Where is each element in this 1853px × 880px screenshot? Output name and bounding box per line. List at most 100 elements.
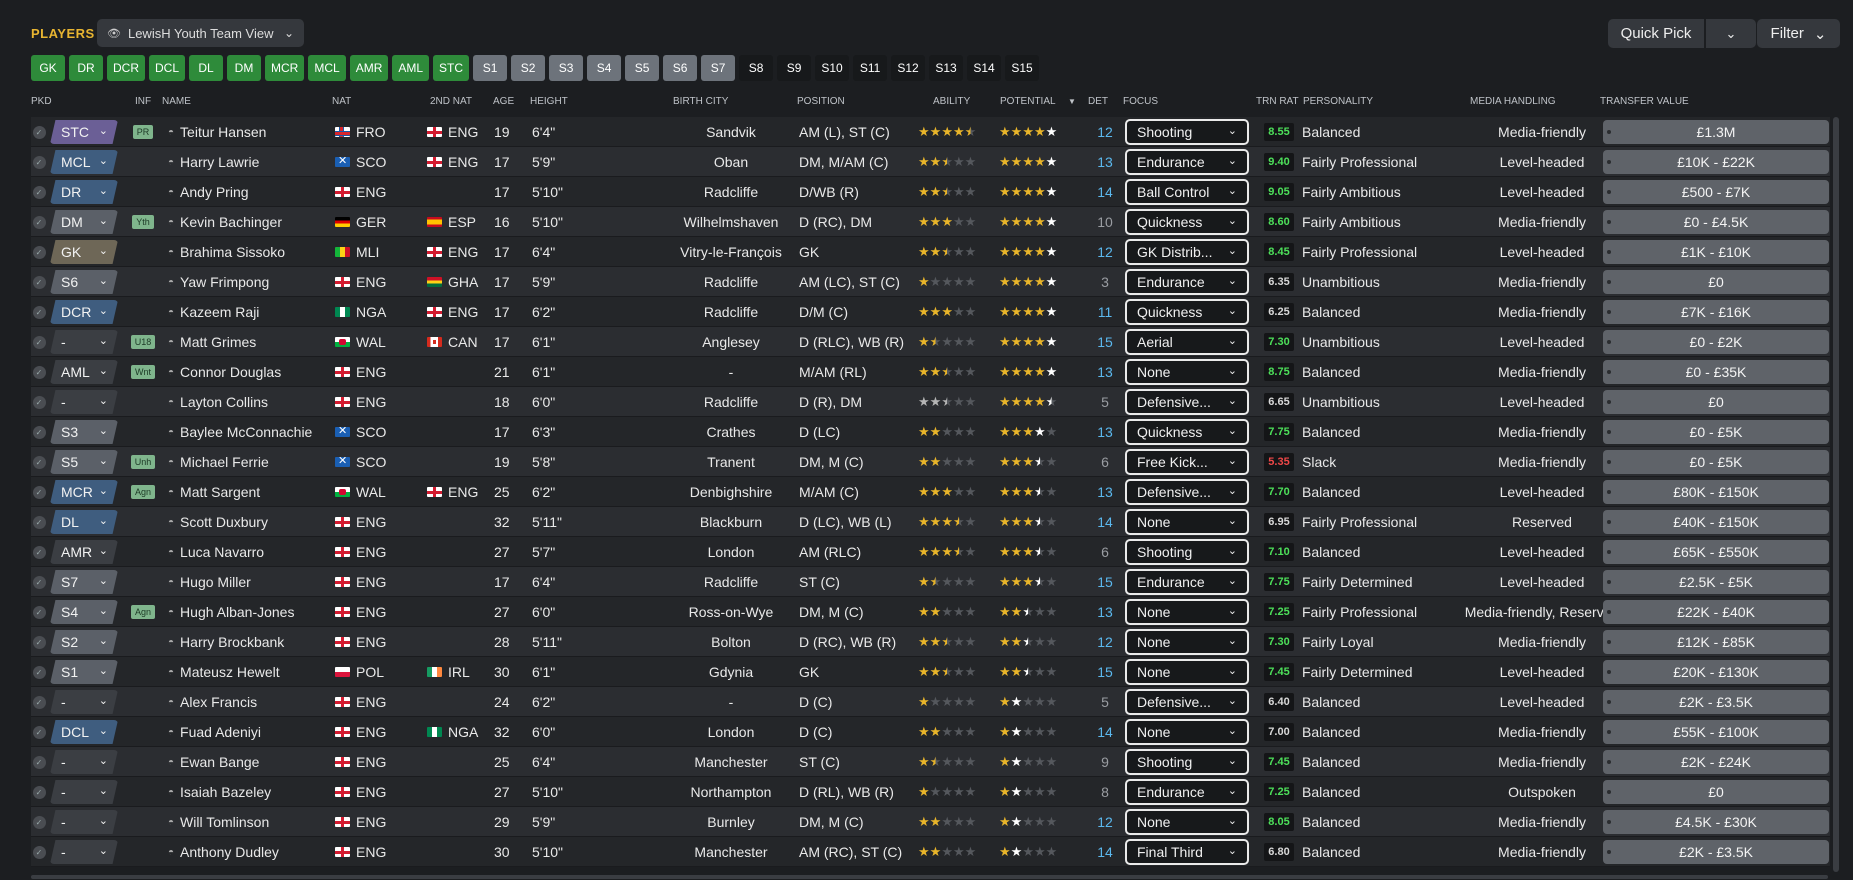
select-checkbox[interactable]: ✓: [31, 627, 47, 657]
table-row[interactable]: ✓ MCR ⌄ Agn ◓ Matt Sargent WAL ENG 25 6'2" Denbigh…: [31, 477, 1830, 507]
training-focus-dropdown[interactable]: None ⌄: [1125, 599, 1249, 625]
table-row[interactable]: ✓ DCR ⌄ ◓ Kazeem Raji NGA ENG 17 6'2" Radcliffe D/…: [31, 297, 1830, 327]
select-checkbox[interactable]: ✓: [31, 687, 47, 717]
training-focus-dropdown[interactable]: Quickness ⌄: [1125, 299, 1249, 325]
select-checkbox[interactable]: ✓: [31, 417, 47, 447]
select-checkbox[interactable]: ✓: [31, 777, 47, 807]
position-filter-mcr[interactable]: MCR: [265, 55, 305, 81]
table-row[interactable]: ✓ S1 ⌄ ◓ Mateusz Hewelt POL IRL 30 6'1" Gdynia GK ★…: [31, 657, 1830, 687]
position-filter-s2[interactable]: S2: [511, 55, 546, 81]
player-name[interactable]: ◓ Baylee McConnachie: [168, 417, 328, 447]
player-name[interactable]: ◓ Fuad Adeniyi: [168, 717, 328, 747]
training-focus-dropdown[interactable]: Endurance ⌄: [1125, 779, 1249, 805]
select-checkbox[interactable]: ✓: [31, 297, 47, 327]
player-name[interactable]: ◓ Kevin Bachinger: [168, 207, 328, 237]
col-birth-city[interactable]: BIRTH CITY: [673, 96, 728, 107]
position-filter-s11[interactable]: S11: [853, 55, 888, 81]
table-row[interactable]: ✓S5⌄Unh◓Michael FerrieSCO195'8"TranentDM…: [31, 447, 1830, 477]
position-filter-gk[interactable]: GK: [31, 55, 65, 81]
table-row[interactable]: ✓MCL⌄◓Harry LawrieSCOENG175'9"ObanDM, M/…: [31, 147, 1830, 177]
picked-position-dropdown[interactable]: DR ⌄: [50, 180, 118, 204]
picked-position-dropdown[interactable]: S1 ⌄: [50, 660, 118, 684]
picked-position-dropdown[interactable]: DM ⌄: [50, 210, 118, 234]
table-row[interactable]: ✓ S4 ⌄ Agn ◓ Hugh Alban-Jones ENG 27 6'0" Ross-on…: [31, 597, 1830, 627]
table-row[interactable]: ✓ - ⌄ ◓ Will Tomlinson ENG 29 5'9" Burnley DM, M …: [31, 807, 1830, 837]
picked-position-dropdown[interactable]: AMR ⌄: [50, 540, 118, 564]
picked-position-dropdown[interactable]: S5 ⌄: [50, 450, 118, 474]
training-focus-dropdown[interactable]: Defensive... ⌄: [1125, 479, 1249, 505]
player-name[interactable]: ◓ Hugh Alban-Jones: [168, 597, 328, 627]
select-checkbox[interactable]: ✓: [31, 147, 47, 177]
player-name[interactable]: ◓ Matt Grimes: [168, 327, 328, 357]
player-name[interactable]: ◓ Alex Francis: [168, 687, 328, 717]
table-row[interactable]: ✓ DM ⌄ Yth ◓ Kevin Bachinger GER ESP 16 5'10" Wilh…: [31, 207, 1830, 237]
picked-position-dropdown[interactable]: - ⌄: [50, 810, 118, 834]
training-focus-dropdown[interactable]: None ⌄: [1125, 809, 1249, 835]
player-name[interactable]: ◓ Isaiah Bazeley: [168, 777, 328, 807]
select-checkbox[interactable]: ✓: [31, 657, 47, 687]
select-checkbox[interactable]: ✓: [31, 387, 47, 417]
col-det[interactable]: DET: [1088, 96, 1108, 107]
select-checkbox[interactable]: ✓: [31, 207, 47, 237]
picked-position-dropdown[interactable]: - ⌄: [50, 840, 118, 864]
select-checkbox[interactable]: ✓: [31, 447, 47, 477]
position-filter-s7[interactable]: S7: [701, 55, 736, 81]
player-name[interactable]: ◓ Luca Navarro: [168, 537, 328, 567]
training-focus-dropdown[interactable]: Ball Control ⌄: [1125, 179, 1249, 205]
picked-position-dropdown[interactable]: DL ⌄: [50, 510, 118, 534]
select-checkbox[interactable]: ✓: [31, 717, 47, 747]
player-name[interactable]: ◓ Anthony Dudley: [168, 837, 328, 867]
select-checkbox[interactable]: ✓: [31, 117, 47, 147]
view-selector-dropdown[interactable]: 👁 LewisH Youth Team View ⌄: [97, 19, 304, 47]
table-row[interactable]: ✓ DR ⌄ ◓ Andy Pring ENG 17 5'10" Radcliffe D/WB (…: [31, 177, 1830, 207]
table-row[interactable]: ✓ - ⌄ ◓ Anthony Dudley ENG 30 5'10" Manchester AM…: [31, 837, 1830, 867]
training-focus-dropdown[interactable]: None ⌄: [1125, 359, 1249, 385]
player-name[interactable]: ◓ Yaw Frimpong: [168, 267, 328, 297]
select-checkbox[interactable]: ✓: [31, 537, 47, 567]
picked-position-dropdown[interactable]: DCL ⌄: [50, 720, 118, 744]
vertical-scrollbar[interactable]: [1833, 117, 1839, 872]
picked-position-dropdown[interactable]: S3 ⌄: [50, 420, 118, 444]
select-checkbox[interactable]: ✓: [31, 267, 47, 297]
col-height[interactable]: HEIGHT: [530, 96, 568, 107]
position-filter-dcr[interactable]: DCR: [107, 55, 145, 81]
picked-position-dropdown[interactable]: S4 ⌄: [50, 600, 118, 624]
training-focus-dropdown[interactable]: Defensive... ⌄: [1125, 689, 1249, 715]
select-checkbox[interactable]: ✓: [31, 807, 47, 837]
player-name[interactable]: ◓ Harry Brockbank: [168, 627, 328, 657]
training-focus-dropdown[interactable]: None ⌄: [1125, 629, 1249, 655]
col-pkd[interactable]: PKD: [31, 96, 52, 107]
position-filter-dr[interactable]: DR: [69, 55, 103, 81]
training-focus-dropdown[interactable]: Free Kick... ⌄: [1125, 449, 1249, 475]
table-row[interactable]: ✓ AML ⌄ Wnt ◓ Connor Douglas ENG 21 6'1" - M/AM (R…: [31, 357, 1830, 387]
player-name[interactable]: ◓ Connor Douglas: [168, 357, 328, 387]
position-filter-s5[interactable]: S5: [625, 55, 660, 81]
position-filter-s8[interactable]: S8: [739, 55, 774, 81]
picked-position-dropdown[interactable]: GK ⌄: [50, 240, 118, 264]
table-row[interactable]: ✓ S2 ⌄ ◓ Harry Brockbank ENG 28 5'11" Bolton D (R…: [31, 627, 1830, 657]
select-checkbox[interactable]: ✓: [31, 357, 47, 387]
position-filter-s13[interactable]: S13: [929, 55, 964, 81]
select-checkbox[interactable]: ✓: [31, 507, 47, 537]
training-focus-dropdown[interactable]: Aerial ⌄: [1125, 329, 1249, 355]
player-name[interactable]: ◓ Mateusz Hewelt: [168, 657, 328, 687]
player-name[interactable]: ◓ Brahima Sissoko: [168, 237, 328, 267]
position-filter-dm[interactable]: DM: [227, 55, 262, 81]
col-inf[interactable]: INF: [135, 96, 151, 107]
quick-pick-dropdown-button[interactable]: ⌄: [1706, 19, 1756, 48]
training-focus-dropdown[interactable]: None ⌄: [1125, 719, 1249, 745]
table-row[interactable]: ✓ DL ⌄ ◓ Scott Duxbury ENG 32 5'11" Blackburn D (…: [31, 507, 1830, 537]
training-focus-dropdown[interactable]: GK Distrib... ⌄: [1125, 239, 1249, 265]
table-row[interactable]: ✓ - ⌄ ◓ Alex Francis ENG 24 6'2" - D (C) ★ ★ ★ ★ ★ ★ ★ ★ ★…: [31, 687, 1830, 717]
table-row[interactable]: ✓ GK ⌄ ◓ Brahima Sissoko MLI ENG 17 6'4" Vitry-le…: [31, 237, 1830, 267]
training-focus-dropdown[interactable]: Shooting ⌄: [1125, 749, 1249, 775]
picked-position-dropdown[interactable]: DCR ⌄: [50, 300, 118, 324]
position-filter-s10[interactable]: S10: [815, 55, 850, 81]
table-row[interactable]: ✓ - ⌄ ◓ Isaiah Bazeley ENG 27 5'10" Northampton D…: [31, 777, 1830, 807]
position-filter-s4[interactable]: S4: [587, 55, 622, 81]
picked-position-dropdown[interactable]: STC ⌄: [50, 120, 118, 144]
training-focus-dropdown[interactable]: Defensive... ⌄: [1125, 389, 1249, 415]
table-row[interactable]: ✓ STC ⌄ PR ◓ Teitur Hansen FRO ENG 19 6'4" Sandvik…: [31, 117, 1830, 147]
player-name[interactable]: ◓ Hugo Miller: [168, 567, 328, 597]
horizontal-scrollbar[interactable]: [31, 875, 1828, 879]
